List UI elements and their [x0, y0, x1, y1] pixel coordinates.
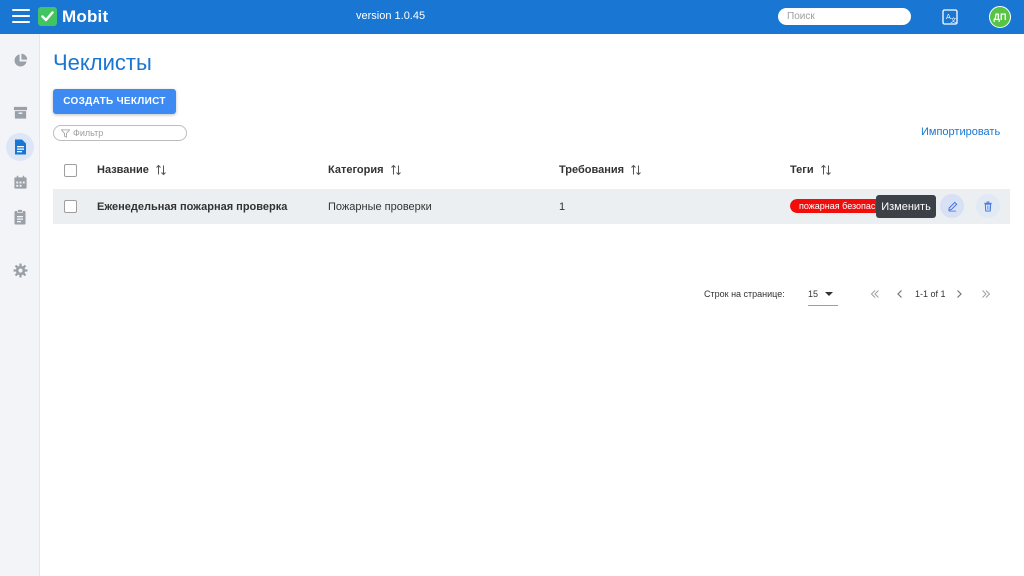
caret-down-icon	[825, 292, 833, 296]
create-checklist-button[interactable]: СОЗДАТЬ ЧЕКЛИСТ	[53, 89, 176, 114]
column-label: Категория	[328, 164, 384, 176]
version-label: version 1.0.45	[356, 10, 426, 22]
mobit-logo-icon	[38, 7, 57, 26]
brand-name: Mobit	[62, 7, 109, 26]
page-title: Чеклисты	[53, 50, 152, 75]
hamburger-menu-icon[interactable]	[12, 9, 30, 25]
sidebar-item-tasks[interactable]	[6, 203, 34, 231]
sidebar	[0, 34, 40, 576]
sidebar-item-archive[interactable]	[6, 98, 34, 126]
top-app-bar: Mobit version 1.0.45 A 文 ДП	[0, 0, 1024, 34]
filter-input[interactable]	[73, 127, 181, 139]
edit-tooltip: Изменить	[876, 195, 936, 218]
pie-chart-icon	[13, 53, 27, 67]
clipboard-icon	[14, 209, 26, 225]
rows-per-page-label: Строк на странице:	[704, 289, 785, 299]
column-label: Теги	[790, 164, 814, 176]
sort-icon	[156, 164, 166, 176]
last-page-icon[interactable]	[980, 288, 992, 300]
column-header-requirements[interactable]: Требования	[559, 164, 642, 176]
first-page-icon[interactable]	[869, 288, 881, 300]
svg-text:文: 文	[951, 17, 957, 25]
document-icon	[15, 139, 26, 155]
trash-icon	[984, 201, 992, 212]
cell-requirements: 1	[559, 201, 566, 213]
next-page-icon[interactable]	[953, 288, 965, 300]
rows-per-page-select[interactable]: 15	[808, 286, 838, 306]
pencil-icon	[947, 201, 957, 211]
tag-chip: пожарная безопасность	[790, 199, 882, 213]
edit-button[interactable]	[940, 194, 964, 218]
column-label: Название	[97, 164, 149, 176]
select-all-checkbox[interactable]	[64, 164, 77, 177]
column-label: Требования	[559, 164, 625, 176]
user-avatar[interactable]: ДП	[989, 6, 1011, 28]
sort-icon	[820, 164, 831, 176]
filter-icon	[61, 129, 70, 138]
sidebar-item-settings[interactable]	[6, 256, 34, 284]
calendar-icon	[13, 175, 27, 189]
cell-category: Пожарные проверки	[328, 201, 432, 213]
column-header-category[interactable]: Категория	[328, 164, 402, 176]
sidebar-item-calendar[interactable]	[6, 168, 34, 196]
column-header-name[interactable]: Название	[97, 164, 167, 176]
sidebar-item-checklists[interactable]	[6, 133, 34, 161]
archive-icon	[13, 106, 27, 119]
sort-icon	[631, 164, 641, 176]
rows-per-page-value: 15	[808, 289, 819, 299]
tag-label: пожарная безопасность	[790, 199, 882, 213]
sort-icon	[390, 164, 401, 176]
column-header-tags[interactable]: Теги	[790, 164, 832, 176]
import-link[interactable]: Импортировать	[921, 126, 1000, 138]
sidebar-item-dashboard[interactable]	[6, 46, 34, 74]
cell-name: Еженедельная пожарная проверка	[97, 201, 288, 213]
filter-field[interactable]	[53, 125, 187, 141]
search-input[interactable]	[778, 8, 911, 25]
translate-icon[interactable]: A 文	[941, 8, 959, 26]
previous-page-icon[interactable]	[894, 288, 906, 300]
delete-button[interactable]	[976, 194, 1000, 218]
page-range: 1-1 of 1	[915, 289, 946, 299]
gear-icon	[12, 262, 28, 278]
row-checkbox[interactable]	[64, 200, 77, 213]
